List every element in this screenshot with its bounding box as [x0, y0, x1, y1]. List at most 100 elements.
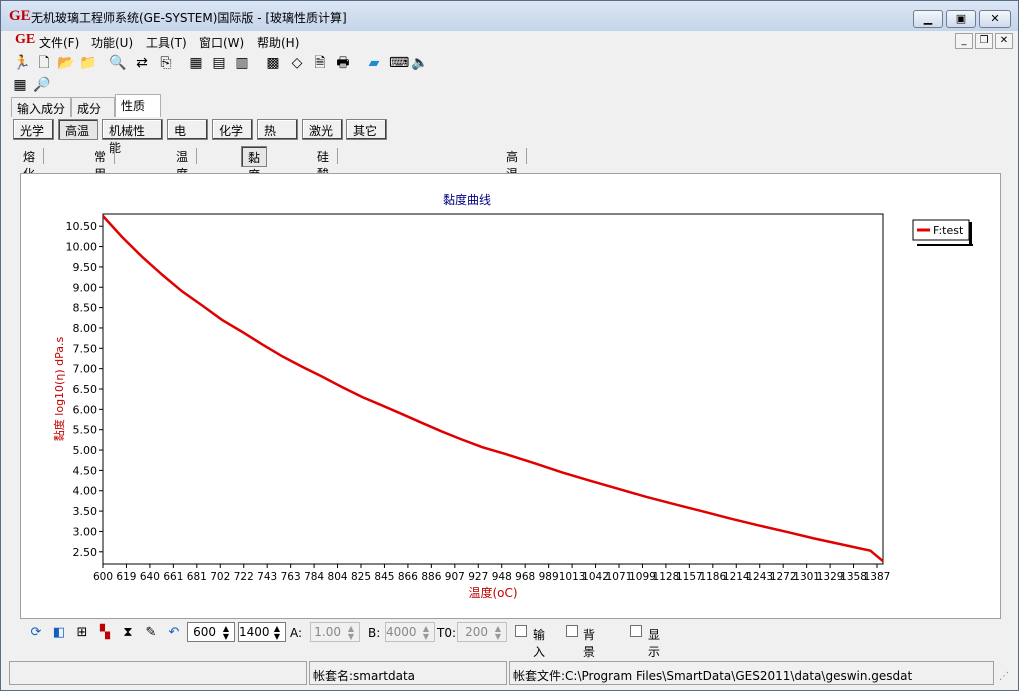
tab-optics[interactable]: 光学 — [13, 119, 54, 140]
database-icon[interactable]: ▥ — [233, 54, 251, 72]
notebook-icon[interactable]: ▰ — [365, 54, 383, 72]
y-tick-label: 8.50 — [73, 302, 98, 315]
y-tick-label: 5.00 — [73, 444, 98, 457]
tab-properties[interactable]: 性质 — [115, 94, 161, 117]
temp-to-spinner[interactable]: 1400 ▲ ▼ — [238, 622, 286, 642]
x-tick-label: 825 — [351, 571, 371, 583]
printer-icon[interactable]: 🖶 — [334, 54, 352, 72]
menu-tools[interactable]: 工具(T) — [146, 34, 187, 51]
x-tick-label: 907 — [445, 571, 465, 583]
tab-chemical[interactable]: 化学 — [212, 119, 253, 140]
legend-label: F:test — [933, 224, 964, 237]
tab-mechanical[interactable]: 机械性能 — [102, 119, 163, 155]
close-button[interactable]: ✕ — [979, 10, 1011, 28]
open-folder-icon[interactable]: 📂 — [57, 54, 75, 72]
temp-from-spinner[interactable]: 600 ▲ ▼ — [187, 622, 235, 642]
tab-high-temp[interactable]: 高温 — [58, 119, 98, 140]
export-icon[interactable]: ⎘ — [157, 54, 175, 72]
tools-icon[interactable]: ✎ — [142, 624, 160, 642]
x-tick-label: 743 — [257, 571, 277, 583]
spin-down-icon[interactable]: ▼ — [492, 632, 504, 641]
b-spinner[interactable]: 4000 ▲ ▼ — [385, 622, 435, 642]
speaker-icon[interactable]: 🔈 — [411, 54, 429, 72]
color-icon[interactable]: ▚ — [96, 624, 114, 642]
menu-file[interactable]: 文件(F) — [39, 34, 79, 51]
calculator-icon[interactable]: ▩ — [264, 54, 282, 72]
y-tick-label: 8.00 — [73, 322, 98, 335]
x-tick-label: 845 — [374, 571, 394, 583]
mdi-minimize-button[interactable]: _ — [955, 33, 973, 49]
x-axis-label: 温度(oC) — [468, 585, 517, 600]
menu-window[interactable]: 窗口(W) — [199, 34, 244, 51]
form-icon[interactable]: ▤ — [210, 54, 228, 72]
tab-laser[interactable]: 激光 — [302, 119, 343, 140]
new-file-icon[interactable]: 🗋 — [35, 54, 53, 72]
spin-down-icon[interactable]: ▼ — [345, 632, 357, 641]
folder-icon[interactable]: 📁 — [79, 54, 97, 72]
tab-temp-range[interactable]: 温度范围 — [170, 146, 198, 215]
resize-grip-icon[interactable]: ⋰ — [999, 671, 1009, 682]
x-tick-label: 1387 — [864, 571, 891, 583]
hourglass-icon[interactable]: ⧗ — [119, 624, 137, 642]
x-tick-label: 886 — [421, 571, 441, 583]
refresh-icon[interactable]: ⟳ — [27, 624, 45, 642]
a-spinner[interactable]: 1.00 ▲ ▼ — [310, 622, 360, 642]
y-tick-label: 3.50 — [73, 505, 98, 518]
show-h-checkbox[interactable] — [630, 625, 642, 637]
eraser-icon[interactable]: ◇ — [288, 54, 306, 72]
x-tick-label: 927 — [468, 571, 488, 583]
document-icon[interactable]: 🗎 — [311, 54, 329, 72]
undo-icon[interactable]: ↶ — [165, 624, 183, 642]
app-logo: GE — [9, 8, 31, 24]
table-icon[interactable]: ▦ — [187, 54, 205, 72]
status-cell-empty — [9, 661, 307, 685]
spin-down-icon[interactable]: ▼ — [220, 632, 232, 641]
tab-other[interactable]: 其它 — [346, 119, 387, 140]
tab-electrical[interactable]: 电 — [167, 119, 208, 140]
x-tick-label: 784 — [304, 571, 324, 583]
find-icon[interactable]: 🔍 — [109, 54, 127, 72]
plot-area — [102, 213, 884, 565]
tab-melting[interactable]: 熔化相关 — [17, 146, 45, 215]
background-checkbox[interactable] — [566, 625, 578, 637]
tab-input-composition[interactable]: 输入成分 — [11, 97, 71, 117]
input-checkbox[interactable] — [515, 625, 527, 637]
y-axis: 10.50 10.00 9.50 9.00 8.50 8.00 7.50 7.00 6.50 6.… — [66, 220, 103, 559]
x-axis: 600 619 640 661 681 702 722 743 763 784 804 825 845 8… — [93, 564, 890, 583]
cube-icon[interactable]: ◧ — [50, 624, 68, 642]
status-file: 帐套文件:C:\Program Files\SmartData\GES2011\… — [509, 661, 994, 685]
app-window: GE 无机玻璃工程师系统(GE-SYSTEM)国际版 - [玻璃性质计算] ▁ … — [0, 0, 1019, 691]
tab-temp-points[interactable]: 常用温度点 — [88, 146, 116, 232]
x-tick-label: 804 — [328, 571, 348, 583]
tab-silicate-density[interactable]: 硅酸盐玻璃高温密度和膨胀系数 — [311, 146, 339, 385]
status-bar: 帐套名:smartdata 帐套文件:C:\Program Files\Smar… — [1, 661, 1018, 689]
menu-function[interactable]: 功能(U) — [91, 34, 133, 51]
x-tick-label: 661 — [163, 571, 183, 583]
y-tick-label: 7.50 — [73, 342, 98, 355]
mdi-close-button[interactable]: ✕ — [995, 33, 1013, 49]
legend-shadow-side — [969, 222, 972, 244]
replace-icon[interactable]: ⇄ — [133, 54, 151, 72]
chart-panel: 黏度曲线 10.50 10.00 9.50 9.00 8.50 8.00 7.50 7.00 6… — [20, 173, 1001, 619]
layout-icon[interactable]: ⊞ — [73, 624, 91, 642]
keyboard-icon[interactable]: ⌨ — [389, 54, 409, 72]
y-tick-label: 10.00 — [66, 241, 98, 254]
grid-icon[interactable]: ▦ — [11, 76, 29, 94]
y-tick-label: 5.50 — [73, 424, 98, 437]
maximize-button[interactable]: ▣ — [946, 10, 976, 28]
tab-high-temp-resistance[interactable]: 高温电阻 — [500, 146, 528, 215]
t0-spinner[interactable]: 200 ▲ ▼ — [457, 622, 507, 642]
y-tick-label: 4.00 — [73, 485, 98, 498]
spin-down-icon[interactable]: ▼ — [271, 632, 283, 641]
spin-down-icon[interactable]: ▼ — [420, 632, 432, 641]
tab-viscosity-curve[interactable]: 黏度曲线 — [241, 146, 268, 216]
tab-thermal[interactable]: 热 — [257, 119, 298, 140]
x-tick-label: 640 — [140, 571, 160, 583]
tab-composition[interactable]: 成分 — [71, 97, 115, 117]
mdi-restore-button[interactable]: ❐ — [975, 33, 993, 49]
print-preview-icon[interactable]: 🔎 — [33, 76, 51, 94]
minimize-button[interactable]: ▁ — [913, 10, 943, 28]
run-icon[interactable]: 🏃 — [13, 54, 31, 72]
y-tick-label: 3.00 — [73, 525, 98, 538]
menu-help[interactable]: 帮助(H) — [257, 34, 299, 51]
